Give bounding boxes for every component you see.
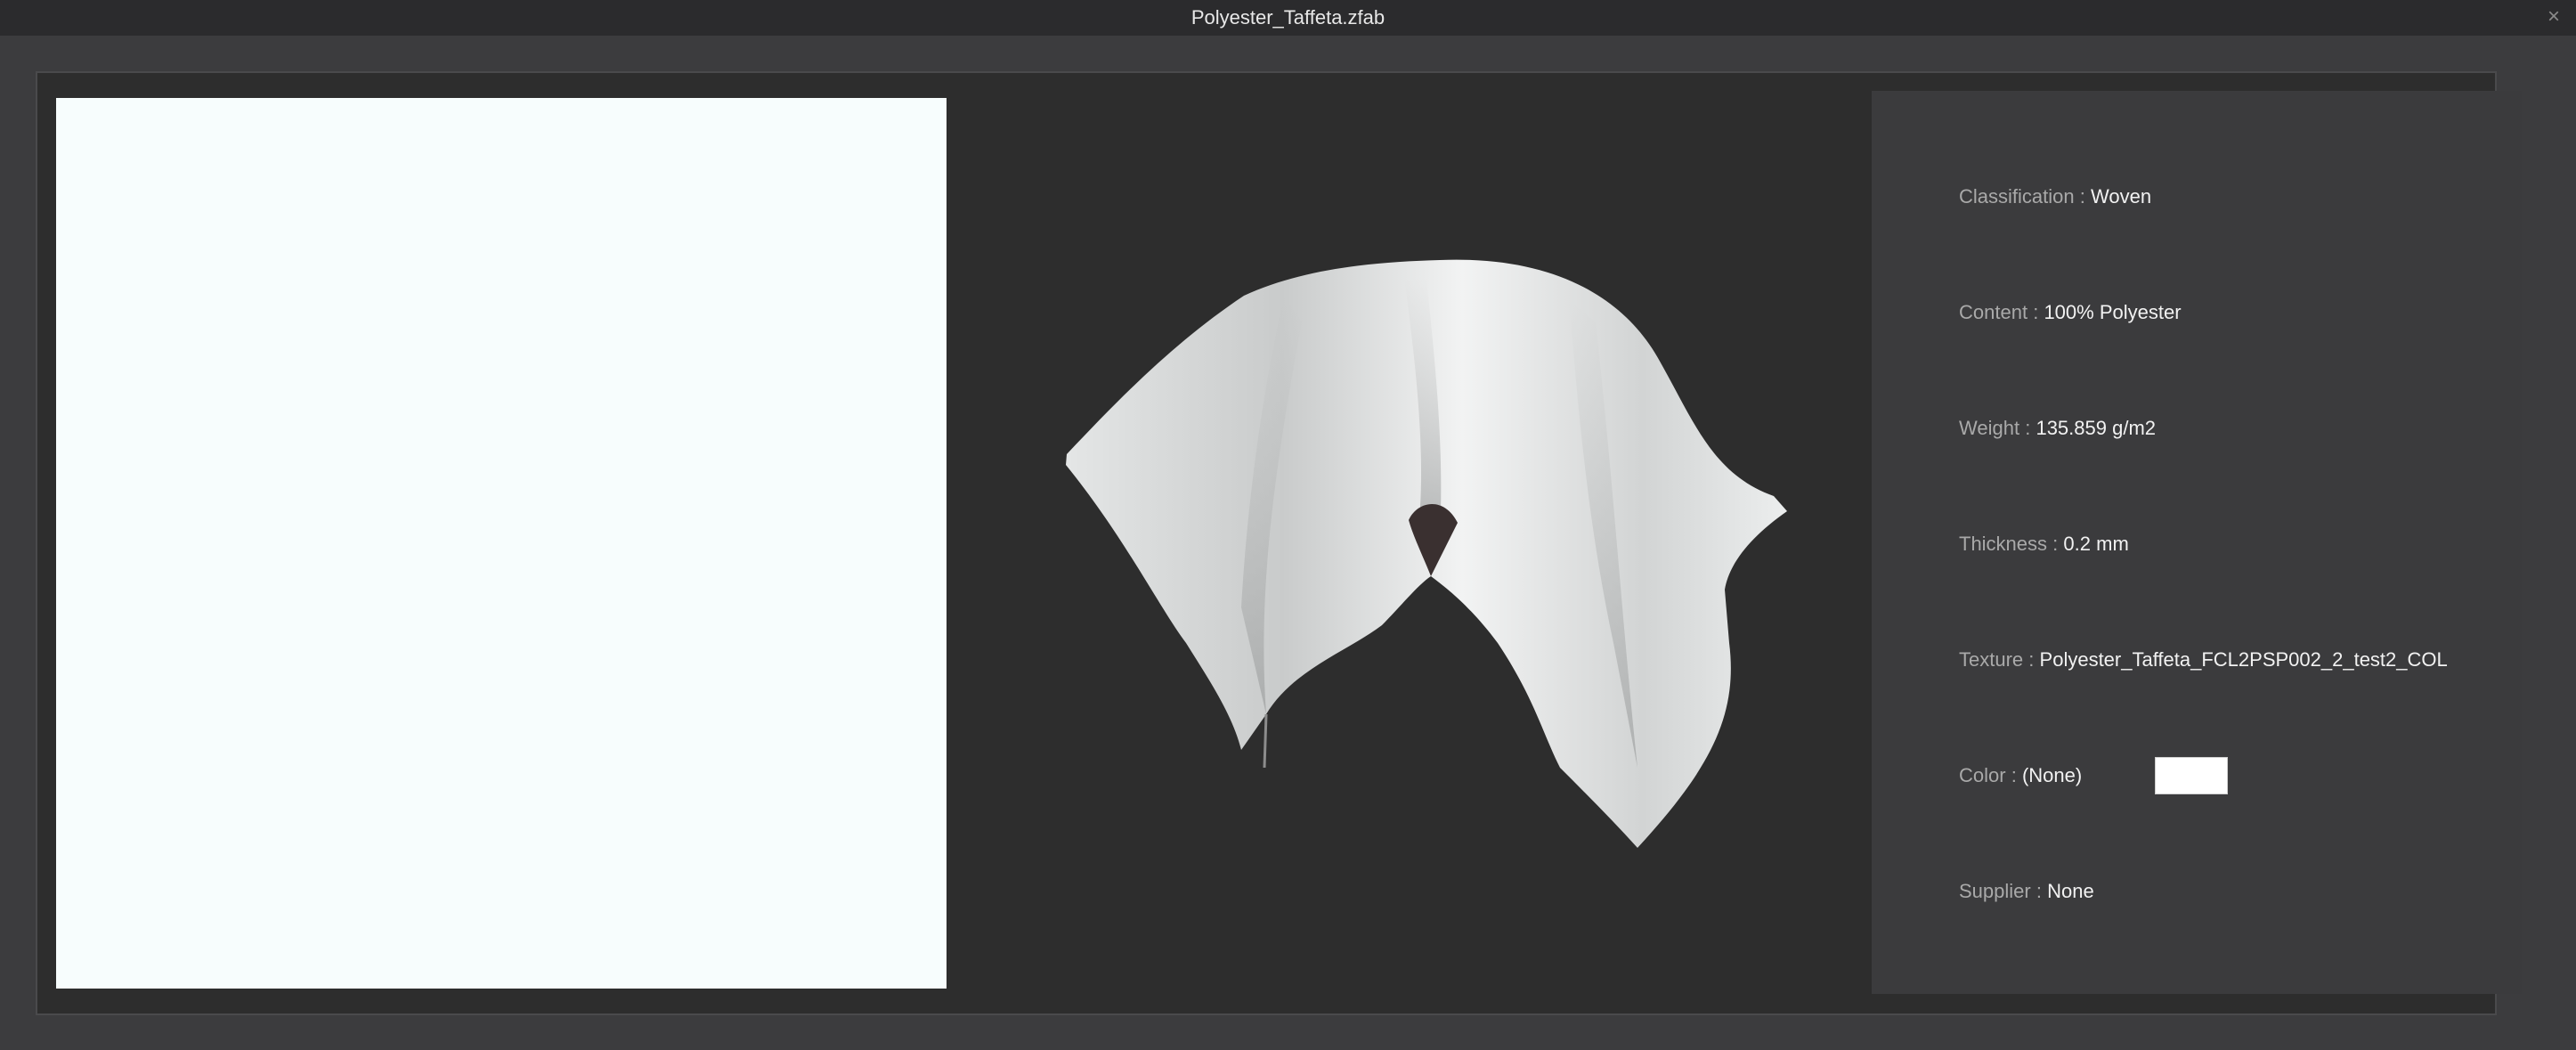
fabric-texture-swatch [56,98,947,989]
material-info-panel: Classification : Woven Content : 100% Po… [1872,91,2522,994]
color-row: Color : (None) [1959,758,2082,794]
thickness-row: Thickness : 0.2 mm [1959,526,2129,562]
close-button[interactable]: × [2540,4,2567,30]
classification-label: Classification [1959,185,2075,208]
close-icon: × [2547,4,2560,28]
content-row: Content : 100% Polyester [1959,295,2182,330]
color-label: Color [1959,764,2006,786]
thickness-value: 0.2 mm [2063,533,2129,555]
supplier-row: Supplier : None [1959,874,2094,909]
separator: : [2025,417,2031,439]
content-value: 100% Polyester [2044,301,2182,323]
title-bar: Polyester_Taffeta.zfab × [0,0,2576,36]
separator: : [2033,301,2039,323]
texture-row: Texture : Polyester_Taffeta_FCL2PSP002_2… [1959,642,2448,678]
texture-value: Polyester_Taffeta_FCL2PSP002_2_test2_COL [2039,648,2448,671]
color-value: (None) [2021,764,2083,786]
weight-value: 135.859 g/m2 [2036,417,2156,439]
weight-label: Weight [1959,417,2020,439]
separator: : [2036,880,2042,902]
fabric-3d-preview[interactable] [999,144,1845,946]
separator: : [2052,533,2059,555]
content-label: Content [1959,301,2028,323]
supplier-label: Supplier [1959,880,2031,902]
classification-row: Classification : Woven [1959,179,2151,215]
supplier-value: None [2047,880,2094,902]
separator: : [2011,764,2017,786]
weight-row: Weight : 135.859 g/m2 [1959,411,2156,446]
texture-label: Texture [1959,648,2024,671]
color-swatch-chip[interactable] [2155,757,2228,794]
window-title: Polyester_Taffeta.zfab [1190,6,1386,28]
viewer-frame: Classification : Woven Content : 100% Po… [36,71,2522,1015]
separator: : [2079,185,2085,208]
thickness-label: Thickness [1959,533,2048,555]
separator: : [2028,648,2035,671]
cloth-corner-tip [1263,713,1268,769]
classification-value: Woven [2090,185,2152,208]
